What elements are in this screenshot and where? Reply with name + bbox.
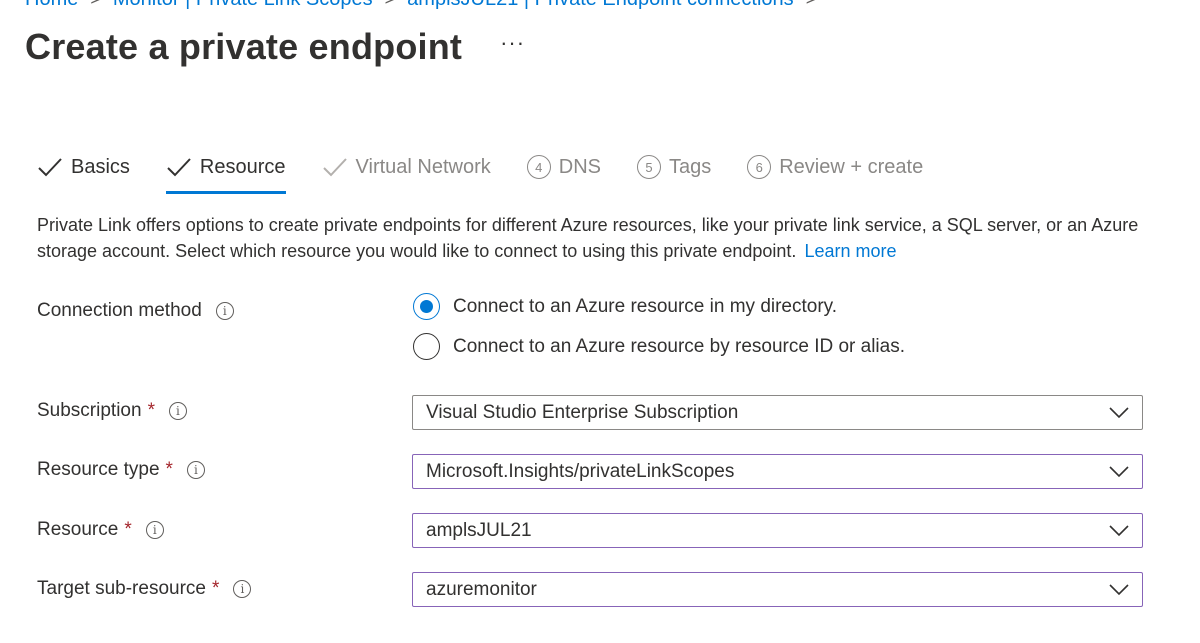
tab-label: Tags (668, 155, 712, 178)
subscription-label: Subscription * i (37, 400, 187, 422)
learn-more-link[interactable]: Learn more (804, 241, 896, 261)
checkmark-icon (38, 158, 62, 177)
tab-label: Virtual Network (355, 155, 491, 178)
chevron-down-icon (1109, 465, 1129, 477)
target-sub-resource-label: Target sub-resource * i (37, 578, 252, 600)
create-private-endpoint-page: Home > Monitor | Private Link Scopes > a… (0, 0, 1200, 643)
radio-label: Connect to an Azure resource by resource… (453, 335, 906, 357)
label-text: Resource (37, 519, 119, 540)
chevron-down-icon (1109, 524, 1129, 536)
info-icon[interactable]: i (233, 580, 252, 598)
page-title: Create a private endpoint (25, 26, 463, 67)
info-icon[interactable]: i (215, 302, 234, 320)
required-marker: * (124, 519, 132, 540)
resource-type-dropdown[interactable]: Microsoft.Insights/privateLinkScopes (412, 454, 1143, 489)
connection-method-label: Connection method i (37, 300, 234, 322)
tab-virtual-network[interactable]: Virtual Network (322, 148, 491, 186)
checkmark-icon (322, 158, 347, 177)
chevron-down-icon (1109, 406, 1129, 418)
step-5-icon: 5 (636, 155, 661, 179)
radio-button-unchecked[interactable] (413, 333, 440, 360)
description-text: Private Link offers options to create pr… (37, 215, 1139, 261)
checkmark-icon (167, 158, 191, 177)
dropdown-value: Microsoft.Insights/privateLinkScopes (426, 460, 735, 482)
label-text: Target sub-resource (37, 578, 206, 599)
step-6-icon: 6 (747, 155, 772, 179)
tab-label: DNS (558, 155, 601, 178)
dropdown-value: Visual Studio Enterprise Subscription (426, 401, 739, 423)
breadcrumb-separator: > (385, 0, 396, 10)
resource-description: Private Link offers options to create pr… (37, 212, 1167, 264)
more-options-button[interactable]: ··· (500, 30, 525, 56)
tab-label: Resource (199, 155, 286, 178)
required-marker: * (165, 459, 173, 480)
info-icon[interactable]: i (186, 461, 205, 479)
breadcrumb-separator: > (90, 0, 101, 10)
chevron-down-icon (1109, 583, 1129, 595)
tab-dns[interactable]: 4 DNS (526, 148, 601, 186)
resource-type-label: Resource type * i (37, 459, 205, 481)
breadcrumb-home[interactable]: Home (25, 0, 78, 11)
required-marker: * (147, 400, 155, 421)
breadcrumb-ampls-endpoint-connections[interactable]: amplsJUL21 | Private Endpoint connection… (407, 0, 794, 11)
radio-button-checked[interactable] (413, 293, 440, 320)
resource-label: Resource * i (37, 519, 164, 541)
label-text: Connection method (37, 300, 202, 321)
subscription-dropdown[interactable]: Visual Studio Enterprise Subscription (412, 395, 1143, 430)
radio-label: Connect to an Azure resource in my direc… (453, 295, 838, 317)
radio-connect-in-directory[interactable]: Connect to an Azure resource in my direc… (413, 293, 837, 320)
wizard-tabs: Basics Resource Virtual Network 4 DNS 5 … (37, 148, 959, 194)
breadcrumb-separator: > (806, 0, 817, 10)
required-marker: * (211, 578, 220, 599)
tab-label: Basics (71, 155, 130, 178)
breadcrumb: Home > Monitor | Private Link Scopes > a… (25, 0, 828, 11)
dropdown-value: amplsJUL21 (426, 519, 532, 541)
resource-dropdown[interactable]: amplsJUL21 (412, 513, 1143, 548)
label-text: Subscription (37, 400, 142, 421)
tab-tags[interactable]: 5 Tags (636, 148, 712, 186)
target-sub-resource-dropdown[interactable]: azuremonitor (412, 572, 1143, 607)
tab-resource[interactable]: Resource (165, 148, 286, 194)
info-icon[interactable]: i (168, 402, 187, 420)
tab-review-create[interactable]: 6 Review + create (747, 148, 923, 186)
breadcrumb-monitor-private-link-scopes[interactable]: Monitor | Private Link Scopes (113, 0, 373, 11)
label-text: Resource type (37, 459, 160, 480)
dropdown-value: azuremonitor (426, 578, 537, 600)
info-icon[interactable]: i (145, 521, 164, 539)
tab-basics[interactable]: Basics (37, 148, 130, 186)
tab-label: Review + create (779, 155, 924, 178)
step-4-icon: 4 (526, 155, 551, 179)
radio-connect-by-resource-id[interactable]: Connect to an Azure resource by resource… (413, 333, 905, 360)
title-row: Create a private endpoint ··· (25, 26, 525, 68)
